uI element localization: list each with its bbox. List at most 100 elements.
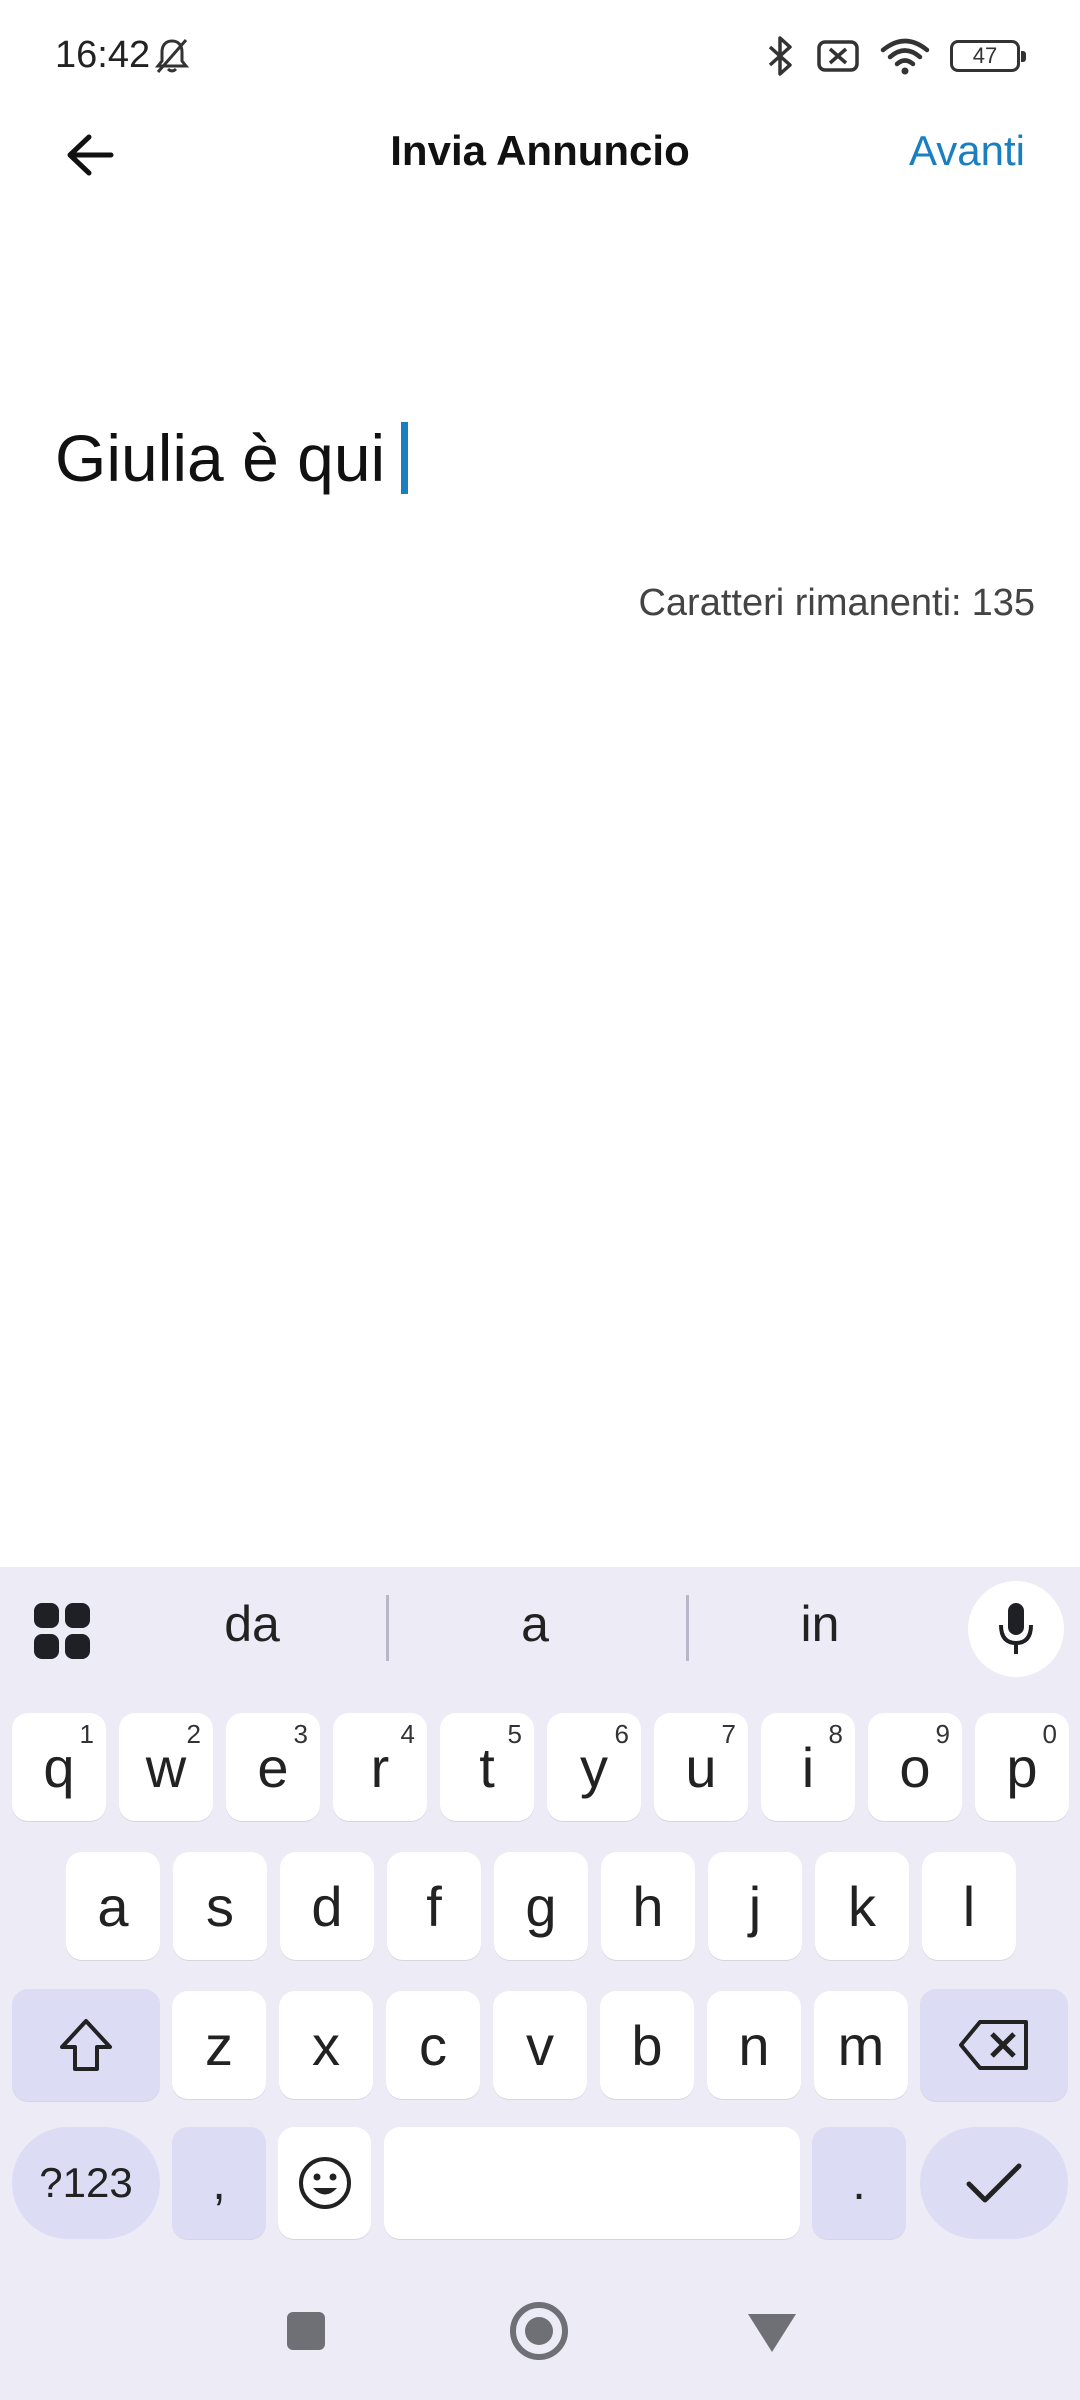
key-c[interactable]: c — [386, 1991, 480, 2099]
wifi-icon — [880, 38, 930, 75]
key-number-hint: 0 — [1042, 1719, 1057, 1749]
system-navigation-bar — [0, 2260, 1080, 2400]
battery-level: 47 — [972, 43, 998, 68]
key-t[interactable]: t5 — [440, 1713, 534, 1821]
key-label: r — [370, 1735, 390, 1799]
key-z[interactable]: z — [172, 1991, 266, 2099]
comma-key[interactable]: , — [172, 2127, 266, 2239]
key-number-hint: 3 — [293, 1719, 308, 1749]
suggestion-divider — [386, 1595, 389, 1661]
key-g[interactable]: g — [494, 1852, 588, 1960]
key-label: f — [426, 1874, 442, 1938]
enter-key[interactable] — [920, 2127, 1068, 2239]
key-label: t — [479, 1735, 495, 1799]
suggestion-bar: da a in — [0, 1567, 1080, 1687]
key-j[interactable]: j — [708, 1852, 802, 1960]
recents-icon[interactable] — [287, 2312, 325, 2350]
bell-muted-icon — [154, 39, 190, 73]
shift-icon — [60, 2019, 112, 2071]
key-number-hint: 6 — [614, 1719, 629, 1749]
key-i[interactable]: i8 — [761, 1713, 855, 1821]
suggestion-1[interactable]: da — [132, 1595, 372, 1653]
key-label: e — [257, 1735, 289, 1799]
key-f[interactable]: f — [387, 1852, 481, 1960]
key-label: o — [899, 1735, 931, 1799]
key-label: h — [632, 1874, 664, 1938]
emoji-icon — [298, 2157, 351, 2209]
key-o[interactable]: o9 — [868, 1713, 962, 1821]
period-key[interactable]: . — [812, 2127, 906, 2239]
status-time: 16:42 — [55, 34, 151, 76]
no-sim-icon — [817, 40, 859, 72]
key-a[interactable]: a — [66, 1852, 160, 1960]
key-m[interactable]: m — [814, 1991, 908, 2099]
apps-grid-icon[interactable] — [34, 1603, 90, 1659]
message-text: Giulia è qui — [55, 421, 386, 495]
next-button[interactable]: Avanti — [909, 127, 1025, 175]
key-label: j — [748, 1874, 762, 1938]
key-l[interactable]: l — [922, 1852, 1016, 1960]
backspace-icon — [959, 2020, 1028, 2070]
message-input[interactable]: Giulia è qui — [55, 420, 409, 496]
key-number-hint: 2 — [186, 1719, 201, 1749]
key-u[interactable]: u7 — [654, 1713, 748, 1821]
key-label: s — [206, 1874, 234, 1938]
key-label: p — [1006, 1735, 1038, 1799]
key-w[interactable]: w2 — [119, 1713, 213, 1821]
status-icons: 47 — [766, 32, 1026, 80]
back-icon[interactable] — [748, 2314, 796, 2352]
text-cursor — [401, 422, 409, 494]
key-q[interactable]: q1 — [12, 1713, 106, 1821]
checkmark-icon — [966, 2163, 1022, 2203]
space-key[interactable] — [384, 2127, 800, 2239]
key-v[interactable]: v — [493, 1991, 587, 2099]
voice-input-button[interactable] — [968, 1581, 1064, 1677]
key-label: d — [311, 1874, 343, 1938]
key-label: i — [801, 1735, 815, 1799]
bluetooth-icon — [768, 36, 792, 76]
key-k[interactable]: k — [815, 1852, 909, 1960]
microphone-icon — [999, 1603, 1033, 1654]
key-d[interactable]: d — [280, 1852, 374, 1960]
home-icon[interactable] — [510, 2302, 568, 2360]
key-label: z — [205, 2013, 233, 2077]
counter-value: 135 — [971, 582, 1035, 624]
key-n[interactable]: n — [707, 1991, 801, 2099]
key-h[interactable]: h — [601, 1852, 695, 1960]
key-number-hint: 4 — [400, 1719, 415, 1749]
key-label: v — [526, 2013, 554, 2077]
key-r[interactable]: r4 — [333, 1713, 427, 1821]
key-label: l — [962, 1874, 976, 1938]
status-bar: 16:42 47 — [0, 0, 1080, 115]
key-label: g — [525, 1874, 557, 1938]
key-x[interactable]: x — [279, 1991, 373, 2099]
key-label: a — [97, 1874, 129, 1938]
battery-indicator: 47 — [950, 40, 1026, 72]
key-label: x — [312, 2013, 340, 2077]
key-label: m — [837, 2013, 885, 2077]
key-p[interactable]: p0 — [975, 1713, 1069, 1821]
key-number-hint: 5 — [507, 1719, 522, 1749]
key-label: q — [43, 1735, 75, 1799]
character-counter: Caratteri rimanenti: 135 — [638, 582, 1035, 625]
top-app-bar: Invia Annuncio Avanti — [0, 115, 1080, 191]
key-label: y — [580, 1735, 608, 1799]
key-s[interactable]: s — [173, 1852, 267, 1960]
key-number-hint: 8 — [828, 1719, 843, 1749]
backspace-key[interactable] — [920, 1989, 1068, 2101]
key-label: w — [145, 1735, 187, 1799]
shift-key[interactable] — [12, 1989, 160, 2101]
emoji-key[interactable] — [278, 2127, 371, 2239]
key-e[interactable]: e3 — [226, 1713, 320, 1821]
key-y[interactable]: y6 — [547, 1713, 641, 1821]
key-number-hint: 9 — [935, 1719, 950, 1749]
key-number-hint: 7 — [721, 1719, 736, 1749]
symbols-key[interactable]: ?123 — [12, 2127, 160, 2239]
key-number-hint: 1 — [79, 1719, 94, 1749]
key-b[interactable]: b — [600, 1991, 694, 2099]
suggestion-2[interactable]: a — [415, 1595, 655, 1653]
suggestion-3[interactable]: in — [700, 1595, 940, 1653]
suggestion-divider — [686, 1595, 689, 1661]
key-label: u — [685, 1735, 717, 1799]
key-label: c — [419, 2013, 447, 2077]
